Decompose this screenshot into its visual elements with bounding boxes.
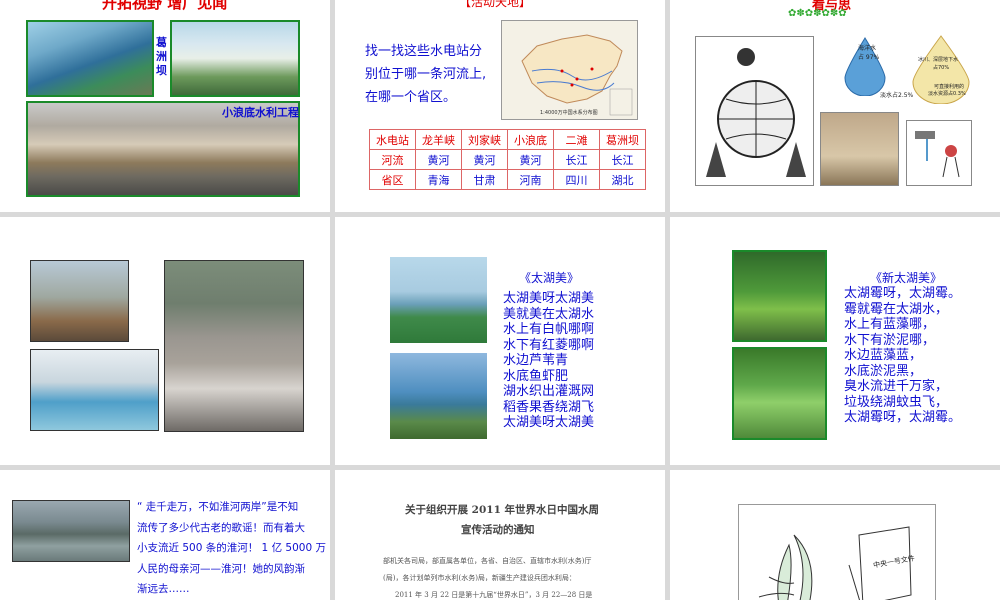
cartoon-frame: 中央一号文件 xyxy=(738,504,936,600)
child-photo xyxy=(30,260,129,342)
huaihe-dam-photo xyxy=(12,500,130,562)
slide-2-title: 【活动天地】 xyxy=(459,0,532,9)
table-cell: 青海 xyxy=(415,169,462,190)
poem-line: 湖水织出灌溉网 xyxy=(503,384,595,399)
china-river-map: 1:4000万中国水系分布图 xyxy=(501,20,638,120)
poem-line: 美就美在太湖水 xyxy=(503,306,595,322)
poem-line: 水底鱼虾肥 xyxy=(503,368,569,384)
question-line-3: 在哪一个省区。 xyxy=(365,90,457,105)
poem-line: 稻香果香绕湖飞 xyxy=(503,399,595,415)
table-cell: 黄河 xyxy=(415,149,462,170)
huaihe-text: “ 走千走万，不如淮河两岸”是不知 流传了多少代古老的歌谣！而有着大 小支流近 … xyxy=(137,497,326,600)
table-cell: 黄河 xyxy=(507,149,554,170)
table-cell: 小浪底 xyxy=(507,129,554,150)
gezhouba-photo-1 xyxy=(26,20,154,97)
poem-line: 水底淤泥黑， xyxy=(844,363,923,379)
poem-line: 臭水流进千万家， xyxy=(844,379,949,394)
new-taihu-poem: 太湖霉呀，太湖霉。 霉就霉在太湖水， 水上有蓝藻哪， 水下有淤泥哪， 水边蓝藻蓝… xyxy=(844,286,961,426)
slide-6-new-taihu[interactable]: 《新太湖美》 太湖霉呀，太湖霉。 霉就霉在太湖水， 水上有蓝藻哪， 水下有淤泥哪… xyxy=(670,217,1000,465)
lake-reeds-photo xyxy=(390,353,487,439)
table-cell: 长江 xyxy=(553,149,600,170)
drop2-line3: 可直接利用的 xyxy=(934,84,965,90)
drop1-line2: 占 97% xyxy=(858,54,880,61)
poem-line: 太湖霉呀，太湖霉。 xyxy=(844,410,962,425)
label-xiaolangdi: 小浪底水利工程 xyxy=(222,106,299,119)
huaihe-line: 流传了多少代古老的歌谣！而有着大 xyxy=(137,521,305,534)
cartoon-faucet-image xyxy=(906,120,972,186)
taihu-poem: 太湖美呀太湖美 美就美在太湖水 水上有白帆哪啊 水下有红菱哪啊 水边芦苇青 水底… xyxy=(503,291,594,431)
cartoon-drought-image xyxy=(820,112,899,186)
table-row: 河流 黄河 黄河 黄河 长江 长江 xyxy=(369,149,646,170)
flooded-street-photo xyxy=(164,260,304,432)
table-cell: 省区 xyxy=(369,169,416,190)
slide-7-huaihe[interactable]: “ 走千走万，不如淮河两岸”是不知 流传了多少代古老的歌谣！而有着大 小支流近 … xyxy=(0,470,330,600)
notice-body-2: (局)，各计划单列市水利(水务)局，新疆生产建设兵团水利局： xyxy=(383,574,576,582)
table-cell: 黄河 xyxy=(461,149,508,170)
grass-decoration-icon: ✿✽✿✽✿✽✿ xyxy=(788,8,847,19)
huaihe-line: 渐远去…… xyxy=(137,583,190,595)
poem-line: 太湖美呀太湖美 xyxy=(503,291,595,306)
algae-photo-1 xyxy=(732,250,827,342)
table-cell: 四川 xyxy=(553,169,600,190)
poem-line: 水下有淤泥哪， xyxy=(844,332,936,348)
table-cell: 葛洲坝 xyxy=(599,129,646,150)
huaihe-line: 小支流近 500 条的淮河！ 1 亿 5000 万 xyxy=(137,542,326,554)
poem-title: 《太湖美》 xyxy=(519,271,580,285)
question-line-2: 别位于哪一条河流上, xyxy=(365,67,487,82)
poem-line: 水边蓝藻蓝， xyxy=(844,348,923,363)
slide-2-activity[interactable]: 【活动天地】 找一找这些水电站分 别位于哪一条河流上, 在哪一个省区。 1:40… xyxy=(335,0,665,212)
seedling-with-sign-icon xyxy=(758,526,912,600)
slide-8-notice[interactable]: 关于组织开展 2011 年世界水日中国水周 宣传活动的通知 部机关各司局，部直属… xyxy=(335,470,665,600)
slide-4-water-photos[interactable] xyxy=(0,217,330,465)
drop2-line2: 占70% xyxy=(933,65,950,71)
huaihe-line: “ 走千走万，不如淮河两岸”是不知 xyxy=(137,501,299,513)
slide-1-title: 开拓視野 增广见闻 xyxy=(102,0,228,12)
table-row: 省区 青海 甘肃 河南 四川 湖北 xyxy=(369,169,646,190)
poem-line: 霉就霉在太湖水， xyxy=(844,301,949,317)
table-row: 水电站 龙羊峡 刘家峡 小浪底 二滩 葛洲坝 xyxy=(369,129,646,150)
drop1-line1: 海洋水 xyxy=(858,45,877,52)
drop2-line1: 冰川、深层地下水 xyxy=(918,57,959,63)
notice-title-2: 宣传活动的通知 xyxy=(461,524,535,536)
poem-line: 水上有白帆哪啊 xyxy=(503,322,595,337)
table-cell: 长江 xyxy=(599,149,646,170)
table-cell: 水电站 xyxy=(369,129,416,150)
gezhouba-photo-2 xyxy=(170,20,300,97)
poem-line: 太湖霉呀，太湖霉。 xyxy=(844,286,962,301)
table-cell: 甘肃 xyxy=(461,169,508,190)
slide-1-overview[interactable]: 开拓視野 增广见闻 葛洲坝 小浪底水利工程 xyxy=(0,0,330,212)
algae-photo-2 xyxy=(732,347,827,440)
drop2-line4: 淡水资源占0.3% xyxy=(928,91,966,97)
new-poem-title: 《新太湖美》 xyxy=(870,271,943,285)
poem-line: 水边芦苇青 xyxy=(503,353,569,368)
slide-9-cartoon[interactable]: 中央一号文件 xyxy=(670,470,1000,600)
poem-line: 太湖美呀太湖美 xyxy=(503,415,595,430)
tap-basin-photo xyxy=(30,349,159,431)
slide-3-look-and-think[interactable]: 看与思 ✿✽✿✽✿✽✿ 海洋水 占 97% 淡水占2.5% 冰川、深层地下水 占… xyxy=(670,0,1000,212)
poem-line: 水上有蓝藻哪， xyxy=(844,317,936,332)
notice-title-1: 关于组织开展 2011 年世界水日中国水周 xyxy=(405,504,600,516)
table-cell: 二滩 xyxy=(553,129,600,150)
map-caption: 1:4000万中国水系分布图 xyxy=(540,110,598,116)
china-map-icon xyxy=(521,34,633,116)
cartoon-globe-image xyxy=(695,36,814,186)
notice-body-1: 部机关各司局，部直属各单位，各省、自治区、直辖市水利(水务)厅 xyxy=(383,557,592,565)
table-cell: 刘家峡 xyxy=(461,129,508,150)
notice-body-3: 2011 年 3 月 22 日是第十九届“世界水日”，3 月 22—28 日是 xyxy=(395,591,593,599)
sailboat-lotus-photo xyxy=(390,257,487,343)
table-cell: 龙羊峡 xyxy=(415,129,462,150)
hydro-station-table: 水电站 龙羊峡 刘家峡 小浪底 二滩 葛洲坝 河流 黄河 黄河 黄河 长江 长江… xyxy=(369,129,646,190)
huaihe-line: 人民的母亲河——淮河！她的风韵渐 xyxy=(137,562,305,575)
table-cell: 河流 xyxy=(369,149,416,170)
poem-line: 水下有红菱哪啊 xyxy=(503,337,595,353)
table-cell: 河南 xyxy=(507,169,554,190)
slide-5-taihu-beautiful[interactable]: 《太湖美》 太湖美呀太湖美 美就美在太湖水 水上有白帆哪啊 水下有红菱哪啊 水边… xyxy=(335,217,665,465)
table-cell: 湖北 xyxy=(599,169,646,190)
label-gezhouba: 葛洲坝 xyxy=(156,36,167,77)
question-line-1: 找一找这些水电站分 xyxy=(365,44,483,59)
poem-line: 垃圾绕湖蚊虫飞， xyxy=(844,394,949,410)
